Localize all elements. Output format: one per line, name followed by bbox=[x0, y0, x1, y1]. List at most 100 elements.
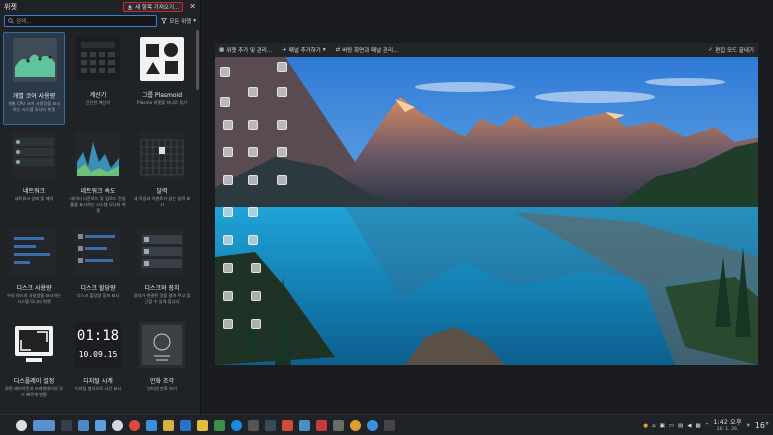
start-menu-icon[interactable] bbox=[16, 419, 27, 431]
color-picker-icon[interactable]: ● bbox=[643, 423, 648, 429]
taskbar-app-icon[interactable] bbox=[265, 419, 276, 431]
desktop-icon[interactable] bbox=[223, 291, 233, 301]
widget-title: 디스플레이 설정 bbox=[13, 378, 55, 385]
desktop-icon[interactable] bbox=[248, 235, 258, 245]
app-launcher-icon[interactable] bbox=[33, 419, 55, 431]
search-row: 검색... 모든 위젯 ▾ bbox=[0, 14, 200, 27]
search-input[interactable]: 검색... bbox=[4, 14, 158, 27]
taskbar-app-icon[interactable] bbox=[112, 419, 123, 431]
desktop-icon[interactable] bbox=[277, 62, 287, 72]
weather-icon[interactable]: ☀ bbox=[746, 423, 751, 429]
widget-tile-network-speed[interactable]: 네트워크 속도 데이터 다운로드 및 업로드 전송률을 표시하는 시스템 모니터… bbox=[67, 128, 129, 221]
panel-header: 위젯 새 항목 가져오기... ✕ bbox=[0, 0, 200, 13]
search-placeholder: 검색... bbox=[16, 18, 32, 25]
widget-tile-group-plasmoid[interactable]: 그룹 Plasmoid Plasma 위젯을 하나로 묶기 bbox=[131, 32, 193, 125]
widget-tile-network[interactable]: 네트워크 네트워크 상태 및 제어 bbox=[3, 128, 65, 221]
desktop-icon[interactable] bbox=[277, 120, 287, 130]
taskbar-app-icon[interactable] bbox=[248, 419, 259, 431]
close-icon[interactable]: ✕ bbox=[189, 2, 196, 11]
taskbar-overflow-icon[interactable] bbox=[384, 419, 395, 431]
panel-scrollbar[interactable] bbox=[196, 30, 199, 90]
edit-mode-toolbar: ▦ 위젯 추가 및 관리... + 패널 추가하기 ▾ ⇄ 바탕 화면과 패널 … bbox=[215, 43, 758, 57]
digital-clock[interactable]: 1:42 오후 26. 1. 26. bbox=[713, 418, 742, 433]
desktop-icon[interactable] bbox=[277, 147, 287, 157]
chrome-icon[interactable] bbox=[350, 419, 361, 431]
desktop-icon[interactable] bbox=[248, 147, 258, 157]
filter-label: 모든 위젯 bbox=[169, 18, 192, 25]
exit-edit-mode-button[interactable]: ✓ 편집 모드 끝내기 bbox=[708, 46, 754, 54]
filter-dropdown[interactable]: 모든 위젯 ▾ bbox=[161, 17, 196, 25]
taskbar-app-icon[interactable] bbox=[282, 419, 293, 431]
desktop-icon[interactable] bbox=[220, 67, 230, 77]
panel-title: 위젯 bbox=[4, 2, 17, 11]
configure-screens-label: 바탕 화면과 패널 관리... bbox=[342, 48, 399, 54]
widget-tile-digital-clock[interactable]: 01:18 10.09.15 디지털 시계 디지털 형식으로 시간 표시 bbox=[67, 318, 129, 411]
desktop-icon[interactable] bbox=[220, 97, 230, 107]
widget-title: 만화 조각 bbox=[150, 378, 174, 385]
get-new-widgets-button[interactable]: 새 항목 가져오기... bbox=[123, 1, 184, 12]
widget-title: 디스크 사용량 bbox=[16, 285, 52, 292]
desktop-icon[interactable] bbox=[248, 175, 258, 185]
desktop-icon[interactable] bbox=[277, 175, 287, 185]
tray-icon[interactable]: ▣ bbox=[660, 423, 665, 429]
add-widgets-button[interactable]: ▦ 위젯 추가 및 관리... bbox=[219, 46, 272, 54]
taskbar-app-icon[interactable] bbox=[231, 419, 242, 431]
desktop-icon[interactable] bbox=[223, 235, 233, 245]
widget-desc: 우리 하드의 사용량을 표시하는 시스템 모니터 위젯 bbox=[6, 293, 62, 304]
desktop-icon[interactable] bbox=[248, 120, 258, 130]
tray-icon[interactable]: ⌂ bbox=[652, 423, 656, 429]
widget-title: 달력 bbox=[156, 188, 168, 195]
desktop-icon[interactable] bbox=[223, 147, 233, 157]
taskbar-app-icon[interactable] bbox=[146, 419, 157, 431]
clock-art-time: 01:18 bbox=[76, 328, 120, 344]
widget-desc: 네트워크 상태 및 제어 bbox=[14, 196, 54, 201]
taskbar-app-icon[interactable] bbox=[163, 419, 174, 431]
taskbar-app-icon[interactable] bbox=[61, 419, 72, 431]
configure-screens-button[interactable]: ⇄ 바탕 화면과 패널 관리... bbox=[336, 46, 399, 54]
widget-title: 디스크와 장치 bbox=[144, 285, 180, 292]
widget-tile-calendar[interactable]: 달력 내 작업과 이벤트가 있는 달력 표시 bbox=[131, 128, 193, 221]
widget-explorer-panel: 위젯 새 항목 가져오기... ✕ 검색... 모든 위젯 ▾ 개별 코어 사용… bbox=[0, 0, 201, 414]
taskbar-app-icon[interactable] bbox=[367, 419, 378, 431]
widget-tile-comic[interactable]: 만화 조각 인터넷 만화 보기 bbox=[131, 318, 193, 411]
desktop-icon[interactable] bbox=[223, 120, 233, 130]
widget-tile-disk-usage[interactable]: 디스크 사용량 우리 하드의 사용량을 표시하는 시스템 모니터 위젯 bbox=[3, 225, 65, 318]
disk-usage-icon bbox=[11, 229, 57, 275]
widget-tile-cpu-cores[interactable]: 개별 코어 사용량 개별 CPU 코어 사용량을 표시하는 시스템 모니터 위젯 bbox=[3, 32, 65, 125]
taskbar-app-icon[interactable] bbox=[214, 419, 225, 431]
desktop-icon[interactable] bbox=[277, 87, 287, 97]
widget-desc: 간단한 계산기 bbox=[85, 100, 111, 105]
taskbar-app-icon[interactable] bbox=[95, 419, 106, 431]
desktop-icon[interactable] bbox=[223, 319, 233, 329]
display-icon[interactable]: ▭ bbox=[669, 423, 674, 429]
clipboard-icon[interactable]: ▤ bbox=[678, 423, 683, 429]
get-new-label: 새 항목 가져오기... bbox=[135, 4, 180, 11]
desktop-icon[interactable] bbox=[251, 263, 261, 273]
widget-desc: 데이터 다운로드 및 업로드 전송률을 표시하는 시스템 모니터 위젯 bbox=[70, 196, 126, 213]
filter-icon bbox=[161, 17, 168, 24]
widget-tile-devices[interactable]: 디스크와 장치 장치가 연결된 것을 알려 주고 접근할 수 있게 합니다 bbox=[131, 225, 193, 318]
widget-tile-display-config[interactable]: 디스플레이 설정 화면 레이아웃과 프레젠테이션 모드 빠르게 변환 bbox=[3, 318, 65, 411]
add-panel-button[interactable]: + 패널 추가하기 ▾ bbox=[282, 46, 325, 54]
taskbar-app-icon[interactable] bbox=[299, 419, 310, 431]
tray-expand-icon[interactable]: ⌃ bbox=[705, 423, 710, 429]
desktop-icon[interactable] bbox=[251, 291, 261, 301]
taskbar-app-icon[interactable] bbox=[78, 419, 89, 431]
volume-icon[interactable]: ◀ bbox=[687, 423, 691, 429]
folder-icon[interactable] bbox=[197, 419, 208, 431]
taskbar-app-icon[interactable] bbox=[333, 419, 344, 431]
taskbar-app-icon[interactable] bbox=[180, 419, 191, 431]
desktop-icon[interactable] bbox=[223, 175, 233, 185]
plus-icon: + bbox=[282, 47, 287, 53]
desktop-icon[interactable] bbox=[251, 319, 261, 329]
network-icon[interactable]: ▦ bbox=[695, 423, 700, 429]
desktop-icon[interactable] bbox=[223, 207, 233, 217]
desktop-icon[interactable] bbox=[248, 207, 258, 217]
desktop-icon[interactable] bbox=[248, 87, 258, 97]
taskbar-app-icon[interactable] bbox=[316, 419, 327, 431]
widget-tile-calculator[interactable]: 계산기 간단한 계산기 bbox=[67, 32, 129, 125]
widget-tile-disk-quota[interactable]: 디스크 할당량 디스크 할당량 정보 표시 bbox=[67, 225, 129, 318]
chrome-icon[interactable] bbox=[129, 419, 140, 431]
desktop-icon[interactable] bbox=[223, 263, 233, 273]
check-icon: ✓ bbox=[708, 47, 714, 53]
